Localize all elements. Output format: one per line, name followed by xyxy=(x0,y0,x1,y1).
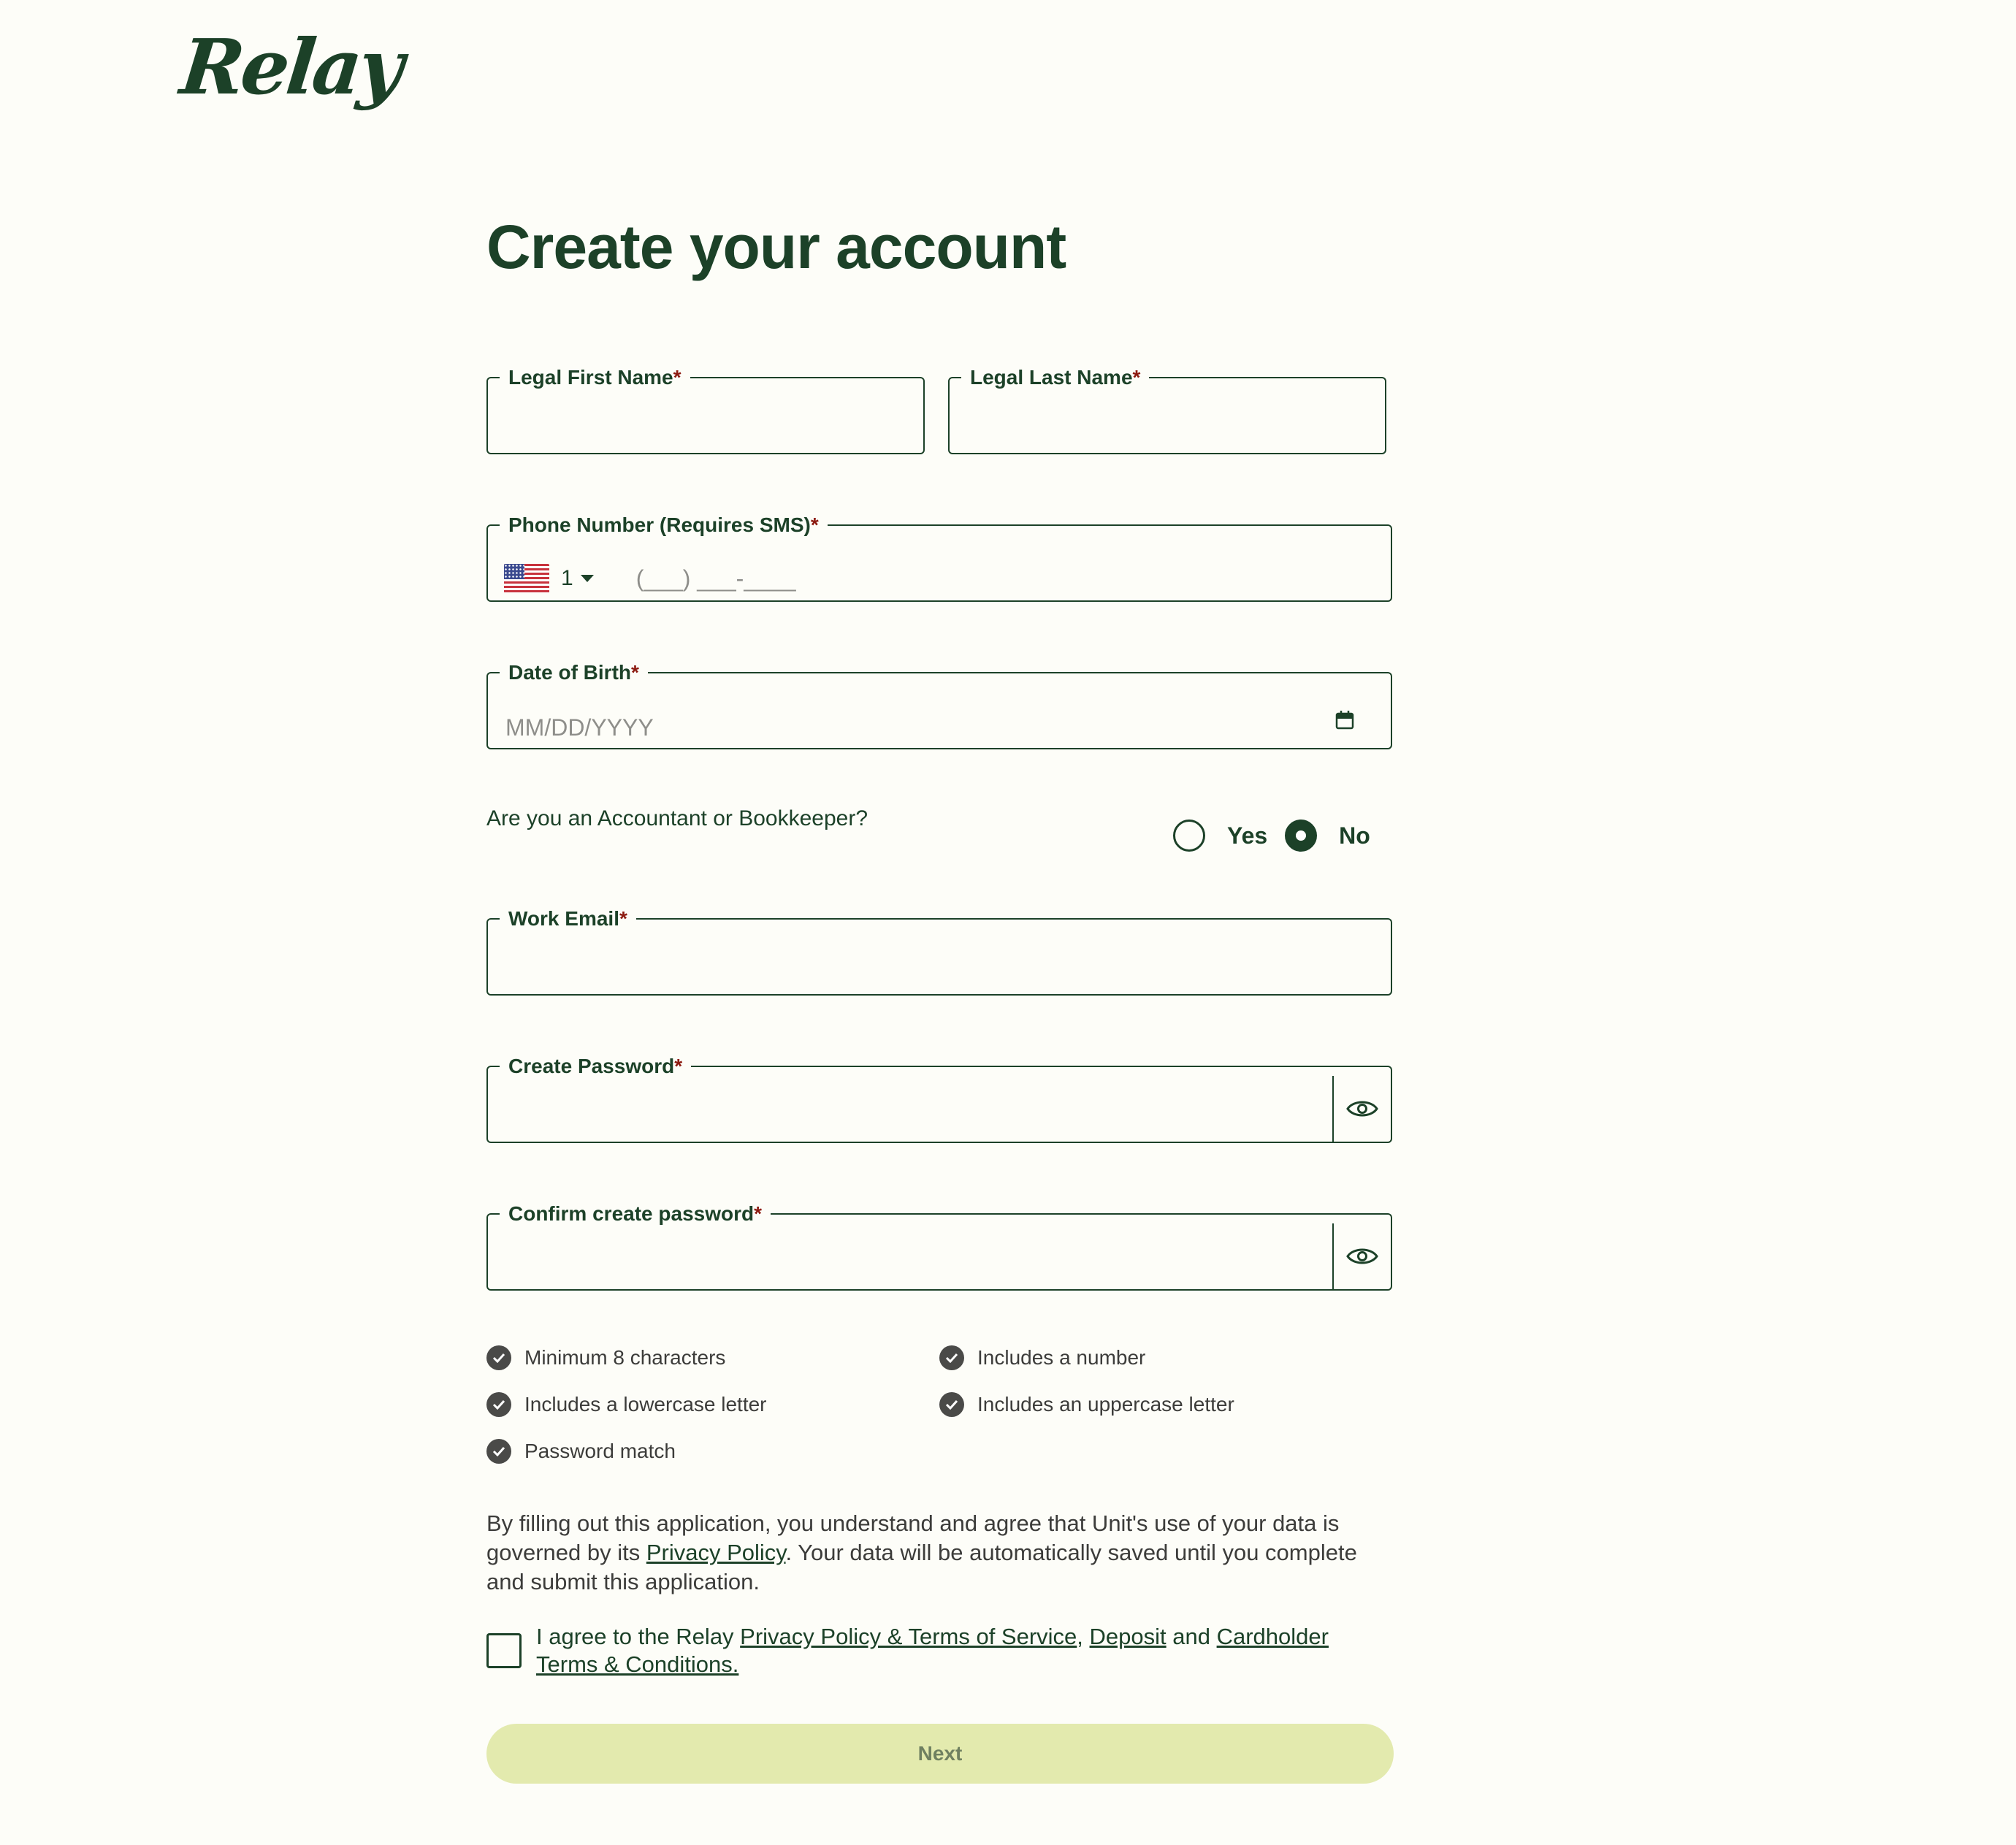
radio-no[interactable] xyxy=(1285,820,1318,852)
rule-min-length: Minimum 8 characters xyxy=(486,1345,725,1370)
check-icon xyxy=(486,1392,511,1417)
rule-uppercase: Includes an uppercase letter xyxy=(939,1392,1234,1417)
privacy-terms-link[interactable]: Privacy Policy & Terms of Service xyxy=(740,1624,1077,1649)
agreement-text: I agree to the Relay Privacy Policy & Te… xyxy=(536,1624,1329,1677)
data-disclaimer: By filling out this application, you und… xyxy=(486,1510,1357,1594)
us-flag-icon xyxy=(504,564,549,593)
check-icon xyxy=(939,1345,964,1370)
check-icon xyxy=(486,1439,511,1464)
accountant-question: Are you an Accountant or Bookkeeper? xyxy=(486,806,868,830)
next-button[interactable]: Next xyxy=(486,1724,1394,1784)
country-code: 1 xyxy=(561,566,573,590)
last-name-field[interactable]: Legal Last Name* xyxy=(948,367,1386,454)
dob-input[interactable]: MM/DD/YYYY xyxy=(505,714,654,741)
page-title: Create your account xyxy=(486,213,1066,281)
confirm-password-field[interactable]: Confirm create password* xyxy=(486,1203,1392,1291)
check-icon xyxy=(486,1345,511,1370)
password-label: Create Password* xyxy=(508,1055,683,1077)
phone-field[interactable]: Phone Number (Requires SMS)* 1 (___) ___… xyxy=(486,514,1392,602)
eye-icon xyxy=(1346,1248,1378,1264)
rule-lowercase: Includes a lowercase letter xyxy=(486,1392,767,1417)
agreement-row: I agree to the Relay Privacy Policy & Te… xyxy=(486,1623,1394,1678)
confirm-password-label: Confirm create password* xyxy=(508,1202,763,1225)
radio-yes[interactable] xyxy=(1173,820,1205,852)
check-icon xyxy=(939,1392,964,1417)
work-email-label: Work Email* xyxy=(508,907,627,930)
first-name-field[interactable]: Legal First Name* xyxy=(486,367,925,454)
unit-privacy-policy-link[interactable]: Privacy Policy xyxy=(646,1540,786,1565)
rule-number: Includes a number xyxy=(939,1345,1145,1370)
first-name-label: Legal First Name* xyxy=(508,366,681,389)
relay-logo[interactable]: Relay xyxy=(177,22,405,112)
deposit-link[interactable]: Deposit xyxy=(1090,1624,1167,1649)
calendar-icon[interactable] xyxy=(1335,710,1354,730)
eye-icon xyxy=(1346,1101,1378,1117)
work-email-field[interactable]: Work Email* xyxy=(486,908,1392,996)
show-password-button[interactable] xyxy=(1332,1076,1391,1142)
phone-label: Phone Number (Requires SMS)* xyxy=(508,513,819,536)
password-field[interactable]: Create Password* xyxy=(486,1055,1392,1143)
phone-input[interactable]: (___) ___-____ xyxy=(636,565,796,592)
rule-match: Password match xyxy=(486,1439,676,1464)
last-name-label: Legal Last Name* xyxy=(970,366,1141,389)
accountant-radio-group: Yes No xyxy=(1173,820,1388,852)
agree-checkbox[interactable] xyxy=(486,1633,522,1668)
show-confirm-password-button[interactable] xyxy=(1332,1223,1391,1289)
radio-yes-label[interactable]: Yes xyxy=(1227,822,1267,849)
dob-field[interactable]: Date of Birth* MM/DD/YYYY xyxy=(486,662,1392,749)
dob-label: Date of Birth* xyxy=(508,661,639,684)
country-code-select[interactable]: 1 xyxy=(504,564,594,593)
radio-no-label[interactable]: No xyxy=(1339,822,1370,849)
chevron-down-icon xyxy=(580,575,594,582)
